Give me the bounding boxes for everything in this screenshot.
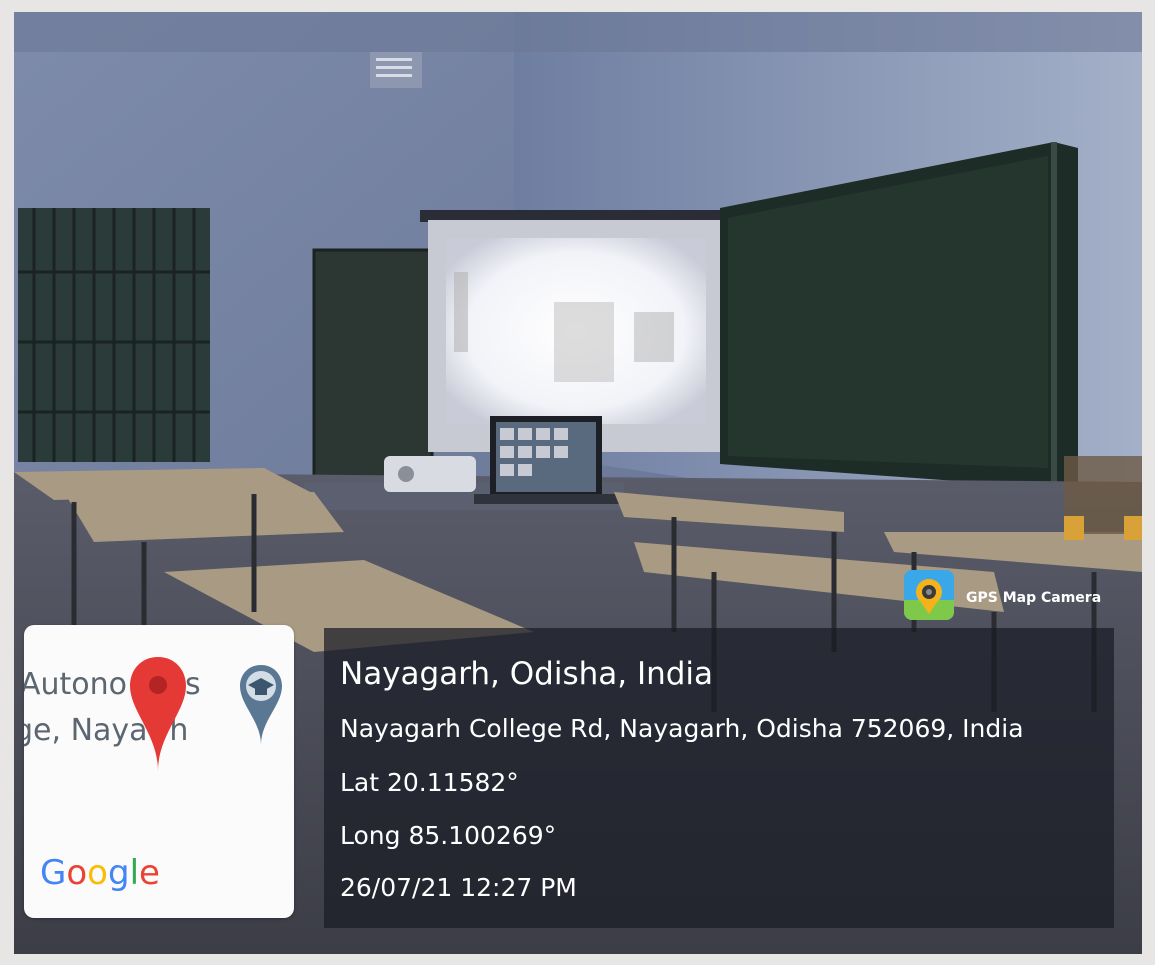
google-logo: Google — [40, 853, 160, 893]
location-camera-icon — [904, 570, 954, 620]
map-label-line1-start: Autono — [24, 667, 128, 702]
location-longitude: Long 85.100269° — [340, 821, 557, 850]
google-logo-letter: G — [40, 853, 67, 893]
location-info-panel: Nayagarh, Odisha, India Nayagarh College… — [324, 628, 1114, 928]
location-place: Nayagarh, Odisha, India — [340, 656, 714, 692]
google-logo-letter: o — [87, 853, 108, 893]
location-latitude: Lat 20.11582° — [340, 768, 519, 797]
google-logo-letter: g — [107, 853, 130, 893]
location-timestamp: 26/07/21 12:27 PM — [340, 873, 577, 902]
map-pin-icon — [128, 655, 188, 777]
google-logo-letter: o — [66, 853, 88, 893]
map-thumbnail: Autono s ge, Naya rh Google — [24, 625, 294, 918]
google-logo-letter: l — [129, 853, 140, 893]
watermark-app-name: GPS Map Camera — [966, 590, 1102, 606]
google-logo-letter: e — [139, 853, 160, 893]
graduation-cap-pin-icon — [238, 663, 284, 751]
location-address: Nayagarh College Rd, Nayagarh, Odisha 75… — [340, 714, 1024, 743]
